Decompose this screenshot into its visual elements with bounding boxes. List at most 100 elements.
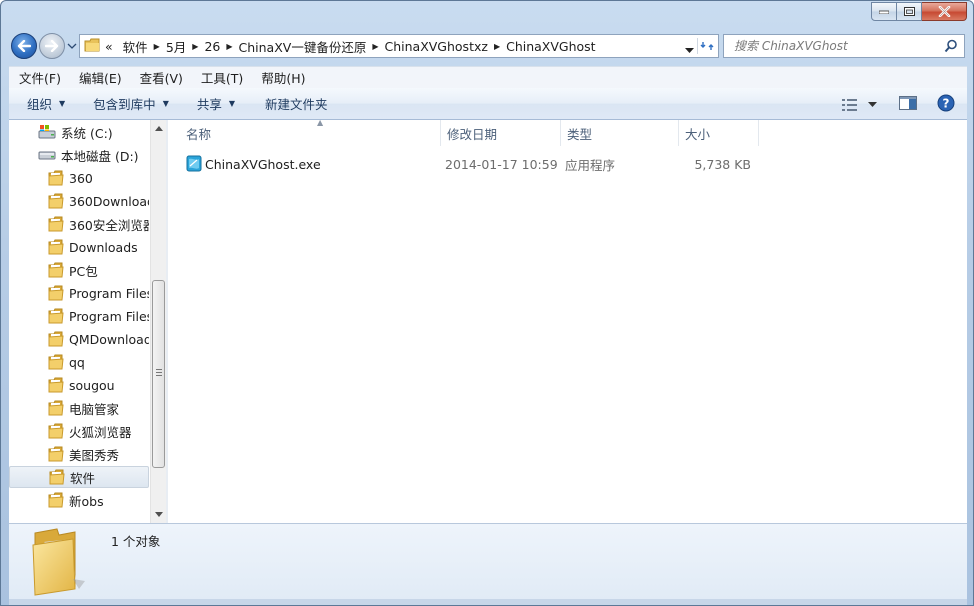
breadcrumb: 软件 ▶ 5月 ▶ 26 ▶ ChinaXV一键备份还原 ▶ ChinaXVGh… — [117, 35, 602, 57]
view-options-icon — [842, 98, 857, 111]
tree-item-label: Program Files (x86) — [69, 308, 149, 324]
search-box[interactable] — [723, 34, 965, 58]
tree-item[interactable]: 系统 (C:) — [9, 121, 149, 143]
folder-icon — [48, 331, 64, 347]
refresh-button[interactable] — [697, 38, 716, 54]
chevron-down-icon: ▼ — [59, 99, 66, 108]
tree-item-label: 美图秀秀 — [69, 447, 120, 463]
preview-pane-icon — [899, 96, 917, 110]
maximize-button[interactable] — [897, 2, 922, 21]
tree-item-label: 新obs — [69, 493, 104, 509]
help-icon: ? — [937, 94, 955, 112]
share-button[interactable]: 共享 ▼ — [183, 94, 249, 113]
include-in-library-button[interactable]: 包含到库中 ▼ — [79, 94, 183, 113]
tree-item[interactable]: 360Downloads — [9, 190, 149, 212]
command-bar: 组织 ▼ 包含到库中 ▼ 共享 ▼ 新建文件夹 ? — [9, 88, 967, 120]
address-bar[interactable]: « 软件 ▶ 5月 ▶ 26 ▶ ChinaXV一键备份还原 ▶ ChinaXV… — [79, 34, 719, 58]
scrollbar-thumb[interactable] — [152, 280, 165, 468]
menu-edit[interactable]: 编辑(E) — [69, 68, 130, 87]
maximize-icon — [903, 7, 915, 16]
column-header-label: 类型 — [567, 126, 593, 142]
folder-icon — [48, 354, 64, 370]
tree-item[interactable]: PC包 — [9, 259, 149, 281]
chevron-down-icon — [868, 101, 877, 107]
minimize-button[interactable] — [871, 2, 897, 21]
tree-item[interactable]: qq — [9, 351, 149, 373]
menu-tools[interactable]: 工具(T) — [191, 68, 251, 87]
scroll-up-icon[interactable] — [155, 126, 163, 131]
breadcrumb-item[interactable]: ChinaXV一键备份还原 — [233, 37, 373, 56]
menu-view[interactable]: 查看(V) — [130, 68, 191, 87]
exe-icon — [186, 155, 202, 175]
tree-item[interactable]: 本地磁盘 (D:) — [9, 144, 149, 166]
tree-item[interactable]: sougou — [9, 374, 149, 396]
tree-item-label: PC包 — [69, 263, 98, 279]
command-bar-right: ? — [842, 94, 955, 115]
tree-item-label: 软件 — [70, 470, 96, 486]
breadcrumb-item[interactable]: 26 — [198, 39, 226, 54]
system-drive-icon — [38, 124, 56, 140]
tree-item[interactable]: 美图秀秀 — [9, 443, 149, 465]
column-header-label: 大小 — [685, 126, 711, 142]
folder-icon — [48, 308, 64, 324]
forward-button[interactable] — [39, 33, 65, 59]
close-icon — [938, 6, 950, 17]
breadcrumb-item[interactable]: 5月 — [160, 37, 192, 56]
menu-file[interactable]: 文件(F) — [9, 68, 69, 87]
tree-item[interactable]: 360安全浏览器下载 — [9, 213, 149, 235]
folder-icon — [48, 400, 64, 416]
column-header-type[interactable]: 类型 — [561, 120, 679, 146]
new-folder-button[interactable]: 新建文件夹 — [249, 94, 338, 113]
breadcrumb-item[interactable]: ChinaXVGhost — [500, 39, 602, 54]
tree-item[interactable]: Program Files — [9, 282, 149, 304]
back-button[interactable] — [11, 33, 37, 59]
grip-icon — [156, 369, 162, 378]
chevron-down-icon — [67, 43, 77, 49]
column-header-name[interactable]: 名称 ▲ — [180, 118, 441, 146]
change-view-button[interactable] — [842, 98, 877, 112]
column-header-modified[interactable]: 修改日期 — [441, 120, 561, 146]
navigation-pane: 系统 (C:) 本地磁盘 (D:) 360 360Downloads 360安全浏览器下… — [9, 120, 149, 523]
large-folder-icon — [29, 527, 95, 600]
forward-arrow-icon — [45, 40, 59, 52]
tree-item-label: 本地磁盘 (D:) — [61, 148, 139, 164]
local-disk-icon — [38, 149, 56, 161]
content-area: 系统 (C:) 本地磁盘 (D:) 360 360Downloads 360安全浏览器下… — [9, 118, 967, 523]
help-button[interactable]: ? — [937, 94, 955, 115]
tree-item[interactable]: 新obs — [9, 489, 149, 511]
navigation-scrollbar[interactable] — [150, 120, 167, 523]
tree-item[interactable]: 软件 — [9, 466, 149, 488]
address-history-dropdown[interactable] — [685, 43, 694, 57]
breadcrumb-item[interactable]: ChinaXVGhostxz — [378, 39, 493, 54]
back-arrow-icon — [17, 40, 31, 52]
search-input[interactable] — [732, 38, 946, 54]
close-button[interactable] — [922, 2, 967, 21]
tree-item-label: Downloads — [69, 239, 138, 255]
recent-pages-dropdown[interactable] — [67, 40, 77, 52]
tree-item[interactable]: 360 — [9, 167, 149, 189]
folder-icon — [48, 239, 64, 255]
breadcrumb-item[interactable]: 软件 — [117, 37, 154, 56]
tree-item[interactable]: 火狐浏览器 — [9, 420, 149, 442]
window-bottom-border — [9, 599, 967, 605]
tree-item[interactable]: QMDownload — [9, 328, 149, 350]
preview-pane-button[interactable] — [899, 96, 917, 113]
folder-icon — [48, 377, 64, 393]
folder-icon — [84, 37, 100, 56]
search-icon[interactable] — [944, 39, 958, 56]
chevron-down-icon: ▼ — [228, 99, 236, 108]
include-in-library-label: 包含到库中 — [93, 97, 156, 112]
tree-item[interactable]: 电脑管家 — [9, 397, 149, 419]
svg-text:?: ? — [943, 97, 950, 111]
file-list: 名称 ▲ 修改日期 类型 大小 ChinaXVGhost.exe 2014-01… — [168, 118, 967, 523]
tree-item[interactable]: Program Files (x86) — [9, 305, 149, 327]
explorer-window: « 软件 ▶ 5月 ▶ 26 ▶ ChinaXV一键备份还原 ▶ ChinaXV… — [0, 0, 974, 606]
column-header-size[interactable]: 大小 — [679, 120, 759, 146]
details-pane: 1 个对象 — [9, 523, 967, 599]
breadcrumb-overflow[interactable]: « — [100, 39, 117, 54]
menu-help[interactable]: 帮助(H) — [251, 68, 313, 87]
file-row[interactable]: ChinaXVGhost.exe 2014-01-17 10:59 应用程序 5… — [178, 154, 778, 174]
organize-button[interactable]: 组织 ▼ — [9, 94, 79, 113]
tree-item[interactable]: Downloads — [9, 236, 149, 258]
scroll-down-icon[interactable] — [155, 512, 163, 517]
